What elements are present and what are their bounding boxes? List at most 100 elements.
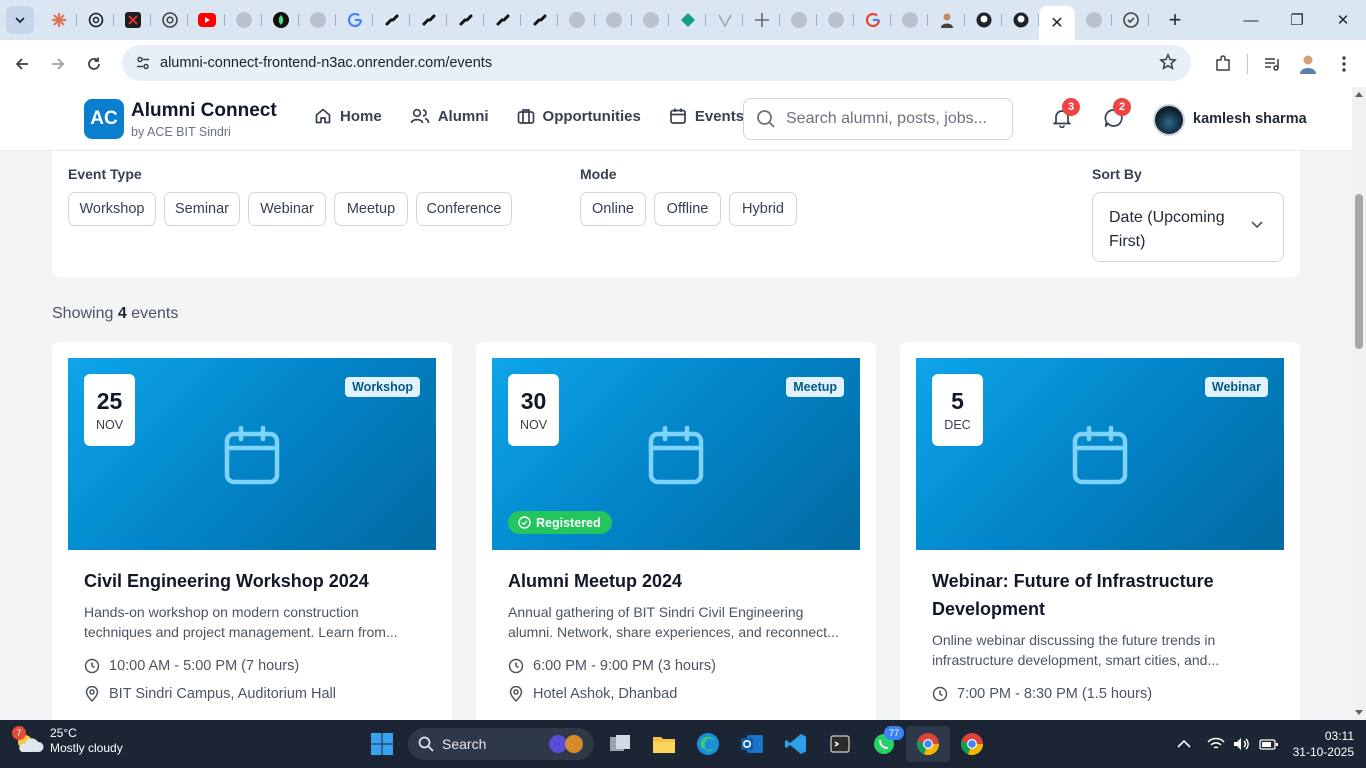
messages-button[interactable]: 2	[1104, 98, 1131, 133]
weather-widget[interactable]: 7 25°C Mostly cloudy	[12, 726, 123, 756]
tab[interactable]	[558, 4, 595, 36]
tab[interactable]	[410, 4, 447, 36]
tab[interactable]	[77, 4, 114, 36]
edge-app[interactable]	[686, 726, 730, 762]
task-view-button[interactable]	[598, 726, 642, 762]
clock[interactable]: 03:11 31-10-2025	[1293, 728, 1354, 760]
tab[interactable]	[262, 4, 299, 36]
global-search[interactable]	[743, 98, 1013, 140]
tab[interactable]	[706, 4, 743, 36]
address-bar[interactable]: alumni-connect-frontend-n3ac.onrender.co…	[122, 45, 1191, 81]
scroll-up-arrow[interactable]	[1355, 92, 1363, 97]
event-card[interactable]: 25 NOV Workshop Civil Engineering Worksh…	[52, 342, 452, 720]
tab[interactable]	[632, 4, 669, 36]
volume-icon[interactable]	[1233, 737, 1251, 751]
new-tab-button[interactable]: +	[1161, 6, 1189, 34]
scroll-down-arrow[interactable]	[1355, 710, 1363, 715]
tab[interactable]	[1075, 4, 1112, 36]
outlook-app[interactable]	[730, 726, 774, 762]
tab[interactable]	[484, 4, 521, 36]
event-title[interactable]: Webinar: Future of Infrastructure Develo…	[932, 567, 1272, 623]
forward-icon[interactable]	[40, 46, 76, 82]
site-info-icon[interactable]	[128, 55, 158, 71]
tab[interactable]	[299, 4, 336, 36]
tab[interactable]	[743, 4, 780, 36]
tab[interactable]	[891, 4, 928, 36]
tab[interactable]	[1112, 4, 1149, 36]
filter-chip-workshop[interactable]: Workshop	[68, 192, 156, 226]
chrome-profile-app[interactable]	[950, 726, 994, 762]
registered-badge: Registered	[508, 511, 612, 534]
logo[interactable]: AC	[84, 99, 124, 139]
tab[interactable]	[780, 4, 817, 36]
filter-chip-seminar[interactable]: Seminar	[164, 192, 240, 226]
tab[interactable]	[151, 4, 188, 36]
extensions-icon[interactable]	[1205, 46, 1241, 82]
filter-chip-webinar[interactable]: Webinar	[248, 192, 326, 226]
event-card[interactable]: 5 DEC Webinar Webinar: Future of Infrast…	[900, 342, 1300, 720]
sort-select[interactable]: Date (Upcoming First)	[1092, 192, 1284, 262]
minimize-icon[interactable]: —	[1228, 0, 1274, 40]
tab[interactable]	[188, 4, 225, 36]
brand[interactable]: Alumni Connect by ACE BIT Sindri	[131, 100, 277, 139]
tab[interactable]	[928, 4, 965, 36]
filter-chip-offline[interactable]: Offline	[654, 192, 721, 226]
tab[interactable]	[336, 4, 373, 36]
chrome-icon	[961, 733, 984, 756]
tab[interactable]	[1002, 4, 1039, 36]
close-window-icon[interactable]: ✕	[1320, 0, 1366, 40]
whatsapp-app[interactable]: 77	[862, 726, 906, 762]
event-title[interactable]: Civil Engineering Workshop 2024	[84, 567, 424, 595]
mode-label: Mode	[580, 166, 617, 182]
nav-home[interactable]: Home	[314, 107, 382, 125]
start-button[interactable]	[360, 726, 404, 762]
filter-chip-conference[interactable]: Conference	[416, 192, 512, 226]
media-control-icon[interactable]	[1254, 46, 1290, 82]
event-card[interactable]: 30 NOV Meetup Registered Alumni Meetup 2…	[476, 342, 876, 720]
url-text[interactable]: alumni-connect-frontend-n3ac.onrender.co…	[160, 55, 492, 71]
tab[interactable]	[521, 4, 558, 36]
active-tab[interactable]: ✕	[1039, 6, 1075, 40]
scroll-thumb[interactable]	[1355, 194, 1363, 349]
tab[interactable]	[817, 4, 854, 36]
battery-icon[interactable]	[1258, 737, 1279, 751]
wifi-icon[interactable]	[1207, 737, 1225, 751]
back-icon[interactable]	[4, 46, 40, 82]
close-tab-icon[interactable]: ✕	[1050, 13, 1063, 33]
event-title[interactable]: Alumni Meetup 2024	[508, 567, 848, 595]
chevron-up-icon[interactable]	[1177, 739, 1191, 749]
user-name[interactable]: kamlesh sharma	[1193, 111, 1307, 127]
tab[interactable]	[225, 4, 262, 36]
file-explorer-app[interactable]	[642, 726, 686, 762]
nav-alumni[interactable]: Alumni	[410, 107, 489, 125]
search-input[interactable]	[786, 110, 996, 128]
nav-events[interactable]: Events	[669, 107, 744, 125]
tab[interactable]	[669, 4, 706, 36]
notifications-button[interactable]: 3	[1052, 98, 1080, 133]
terminal-app[interactable]	[818, 726, 862, 762]
page-scrollbar[interactable]	[1352, 87, 1366, 720]
taskbar-search[interactable]: Search	[408, 728, 594, 760]
tab[interactable]	[854, 4, 891, 36]
calendar-icon	[648, 426, 704, 485]
tab[interactable]	[40, 4, 77, 36]
tab[interactable]	[595, 4, 632, 36]
filter-chip-meetup[interactable]: Meetup	[334, 192, 408, 226]
chrome-app[interactable]	[906, 726, 950, 762]
vscode-app[interactable]	[774, 726, 818, 762]
tab[interactable]	[447, 4, 484, 36]
nav-opportunities[interactable]: Opportunities	[517, 107, 641, 125]
restore-icon[interactable]: ❐	[1274, 0, 1320, 40]
filter-chip-hybrid[interactable]: Hybrid	[729, 192, 797, 226]
tab[interactable]	[114, 4, 151, 36]
tab-search-button[interactable]	[6, 6, 34, 34]
event-time-text: 10:00 AM - 5:00 PM (7 hours)	[109, 658, 300, 674]
avatar[interactable]	[1153, 104, 1185, 136]
filter-chip-online[interactable]: Online	[580, 192, 646, 226]
tab[interactable]	[965, 4, 1002, 36]
reload-icon[interactable]	[76, 46, 112, 82]
bookmark-star-icon[interactable]	[1158, 52, 1178, 76]
tab[interactable]	[373, 4, 410, 36]
profile-avatar-icon[interactable]	[1290, 46, 1326, 82]
browser-menu-icon[interactable]	[1326, 46, 1362, 82]
